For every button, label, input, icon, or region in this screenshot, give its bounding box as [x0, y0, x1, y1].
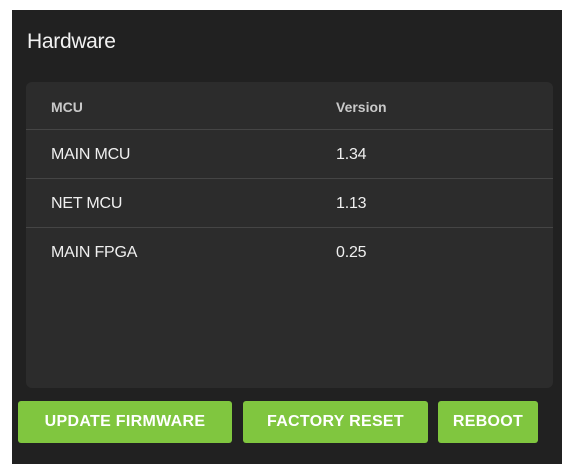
column-header-mcu: MCU — [51, 99, 83, 115]
table-header: MCU Version — [26, 82, 553, 130]
mcu-cell: MAIN MCU — [51, 146, 131, 163]
version-cell: 0.25 — [336, 244, 367, 261]
table-row: MAIN FPGA 0.25 — [26, 228, 553, 277]
table-row: NET MCU 1.13 — [26, 179, 553, 228]
reboot-button[interactable]: REBOOT — [438, 401, 538, 443]
mcu-cell: NET MCU — [51, 195, 123, 212]
version-cell: 1.13 — [336, 195, 367, 212]
panel-title: Hardware — [27, 30, 116, 53]
column-header-version: Version — [336, 99, 387, 115]
hardware-panel: Hardware MCU Version MAIN MCU 1.34 NET M… — [12, 10, 562, 464]
table-row: MAIN MCU 1.34 — [26, 130, 553, 179]
hardware-table: MCU Version MAIN MCU 1.34 NET MCU 1.13 M… — [26, 82, 553, 388]
factory-reset-button[interactable]: FACTORY RESET — [243, 401, 428, 443]
version-cell: 1.34 — [336, 146, 367, 163]
update-firmware-button[interactable]: UPDATE FIRMWARE — [18, 401, 232, 443]
mcu-cell: MAIN FPGA — [51, 244, 138, 261]
